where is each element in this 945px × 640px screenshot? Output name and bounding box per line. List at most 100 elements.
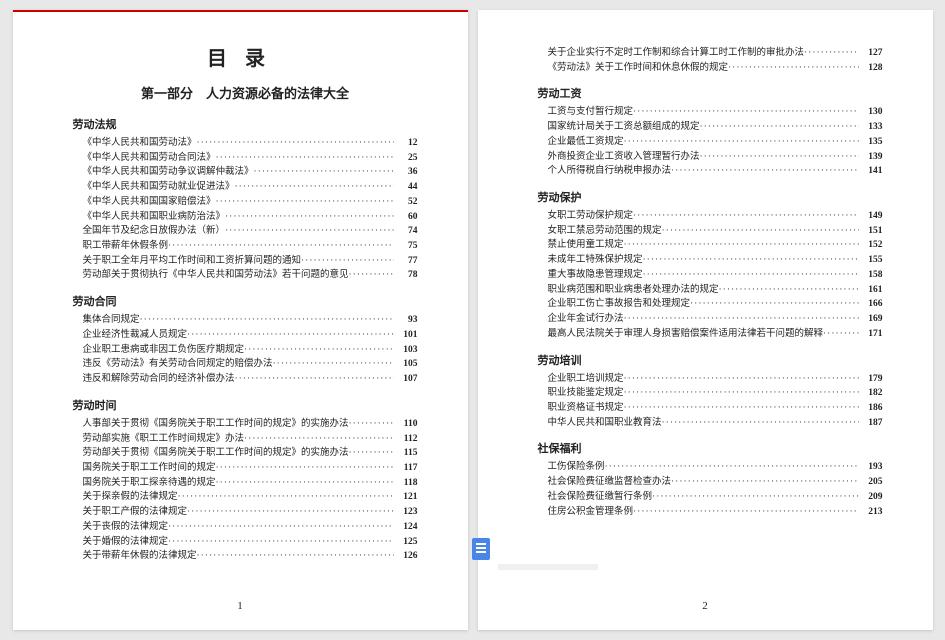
toc-entry: 企业职工伤亡事故报告和处理规定166 — [538, 297, 883, 312]
toc-entry-label: 集体合同规定 — [73, 313, 140, 328]
toc-entry-page: 117 — [394, 461, 418, 476]
toc-entry-page: 77 — [394, 254, 418, 269]
toc-entry: 《中华人民共和国国家赔偿法》 52 — [73, 195, 418, 210]
toc-entry-page: 78 — [394, 268, 418, 283]
toc-entry-page: 12 — [394, 136, 418, 151]
toc-entry-label: 国务院关于职工工作时间的规定 — [73, 461, 216, 476]
page-number-2: 2 — [478, 600, 933, 612]
toc-entry: 《中华人民共和国职业病防治法》 60 — [73, 210, 418, 225]
document-icon — [472, 538, 490, 560]
doc-title: 目录 — [73, 42, 418, 71]
toc-entry-label: 《中华人民共和国国家赔偿法》 — [73, 195, 216, 210]
toc-leader — [187, 505, 393, 520]
toc-entry: 女职工禁忌劳动范围的规定 151 — [538, 224, 883, 239]
toc-entry-label: 未成年工特殊保护规定 — [538, 253, 643, 268]
toc-entry: 重大事故隐患管理规定158 — [538, 268, 883, 283]
toc-entry: 最高人民法院关于审理人身损害赔偿案件适用法律若干问题的解释 171 — [538, 327, 883, 342]
toc-entry-page: 152 — [859, 238, 883, 253]
toc-leader — [254, 165, 394, 180]
toc-entry-label: 职业病范围和职业病患者处理办法的规定 — [538, 283, 719, 298]
toc-leader — [633, 105, 858, 120]
toc-leader — [216, 151, 394, 166]
toc-leader — [804, 46, 858, 61]
toc-entry: 违反《劳动法》有关劳动合同规定的赔偿办法105 — [73, 357, 418, 372]
toc-entry-label: 关于职工产假的法律规定 — [73, 505, 188, 520]
toc-leader — [728, 61, 858, 76]
toc-entry-label: 《中华人民共和国劳动争议调解仲裁法》 — [73, 165, 254, 180]
toc-entry: 职工带薪年休假条例75 — [73, 239, 418, 254]
toc-leader — [624, 312, 859, 327]
toc-leader — [273, 357, 394, 372]
toc-entry-page: 182 — [859, 386, 883, 401]
toc-entry-page: 171 — [859, 327, 883, 342]
toc-entry: 劳动部实施《职工工作时间规定》办法112 — [73, 432, 418, 447]
toc-leader — [244, 432, 393, 447]
toc-entry: 关于带薪年休假的法律规定126 — [73, 549, 418, 564]
toc-entry-page: 127 — [859, 46, 883, 61]
toc-entry-page: 105 — [394, 357, 418, 372]
toc-entry: 全国年节及纪念日放假办法（新）74 — [73, 224, 418, 239]
toc-leader — [700, 120, 859, 135]
toc-entry: 职业资格证书规定186 — [538, 401, 883, 416]
toc-entry-page: 36 — [394, 165, 418, 180]
toc-section-header: 劳动工资 — [538, 85, 883, 101]
toc-entry-page: 25 — [394, 151, 418, 166]
page-number-1: 1 — [13, 600, 468, 612]
toc-entry: 关于职工产假的法律规定 123 — [73, 505, 418, 520]
toc-entry-label: 企业经济性裁减人员规定 — [73, 328, 188, 343]
toc-entry-page: 118 — [394, 476, 418, 491]
toc-entry: 工伤保险条例 193 — [538, 460, 883, 475]
toc-entry-label: 《中华人民共和国职业病防治法》 — [73, 210, 226, 225]
toc-entry: 企业职工患病或非因工负伤医疗期规定103 — [73, 343, 418, 358]
toc-leader — [719, 283, 859, 298]
toc-entry-label: 《中华人民共和国劳动就业促进法》 — [73, 180, 235, 195]
toc-entry-page: 135 — [859, 135, 883, 150]
toc-entry-label: 企业年金试行办法 — [538, 312, 624, 327]
toc-leader — [168, 239, 393, 254]
toc-entry: 个人所得税自行纳税申报办法141 — [538, 164, 883, 179]
toc-entry-page: 123 — [394, 505, 418, 520]
shadow-strip — [498, 564, 598, 570]
toc-entry-label: 职业资格证书规定 — [538, 401, 624, 416]
toc-leader — [605, 460, 859, 475]
part-title: 第一部分 人力资源必备的法律大全 — [73, 83, 418, 102]
toc-entry: 未成年工特殊保护规定155 — [538, 253, 883, 268]
toc-entry: 国家统计局关于工资总额组成的规定133 — [538, 120, 883, 135]
toc-entry: 企业职工培训规定 179 — [538, 372, 883, 387]
toc-entry-page: 169 — [859, 312, 883, 327]
toc-leader — [671, 164, 858, 179]
page-1: 目录 第一部分 人力资源必备的法律大全 劳动法规《中华人民共和国劳动法》12《中… — [13, 10, 468, 630]
toc-leader — [225, 210, 393, 225]
toc-entry: 企业最低工资规定135 — [538, 135, 883, 150]
toc-entry-page: 205 — [859, 475, 883, 490]
toc-entry-label: 企业职工伤亡事故报告和处理规定 — [538, 297, 691, 312]
toc-entry-label: 企业职工患病或非因工负伤医疗期规定 — [73, 343, 245, 358]
toc-entry: 禁止使用童工规定152 — [538, 238, 883, 253]
toc-section-header: 劳动合同 — [73, 293, 418, 309]
toc-entry-page: 44 — [394, 180, 418, 195]
toc-entry-page: 179 — [859, 372, 883, 387]
toc-entry-page: 139 — [859, 150, 883, 165]
toc-entry-label: 企业职工培训规定 — [538, 372, 624, 387]
toc-entry-label: 关于带薪年休假的法律规定 — [73, 549, 197, 564]
toc-leader — [624, 238, 859, 253]
toc-entry-page: 107 — [394, 372, 418, 387]
toc-entry-page: 193 — [859, 460, 883, 475]
toc-entry-label: 最高人民法院关于审理人身损害赔偿案件适用法律若干问题的解释 — [538, 327, 824, 342]
toc-entry: 企业经济性裁减人员规定101 — [73, 328, 418, 343]
toc-leader — [643, 253, 859, 268]
toc-entry-label: 女职工禁忌劳动范围的规定 — [538, 224, 662, 239]
toc-leader — [662, 416, 859, 431]
toc-leader — [662, 224, 859, 239]
toc-entry-page: 52 — [394, 195, 418, 210]
toc-entry-label: 工伤保险条例 — [538, 460, 605, 475]
toc-entry-page: 151 — [859, 224, 883, 239]
toc-leader — [624, 135, 859, 150]
toc-entry-page: 60 — [394, 210, 418, 225]
toc-entry-label: 职业技能鉴定规定 — [538, 386, 624, 401]
toc-leader — [643, 268, 859, 283]
toc-entry: 外商投资企业工资收入管理暂行办法139 — [538, 150, 883, 165]
toc-leader — [700, 150, 859, 165]
toc-leader — [349, 446, 394, 461]
toc-entry-page: 133 — [859, 120, 883, 135]
